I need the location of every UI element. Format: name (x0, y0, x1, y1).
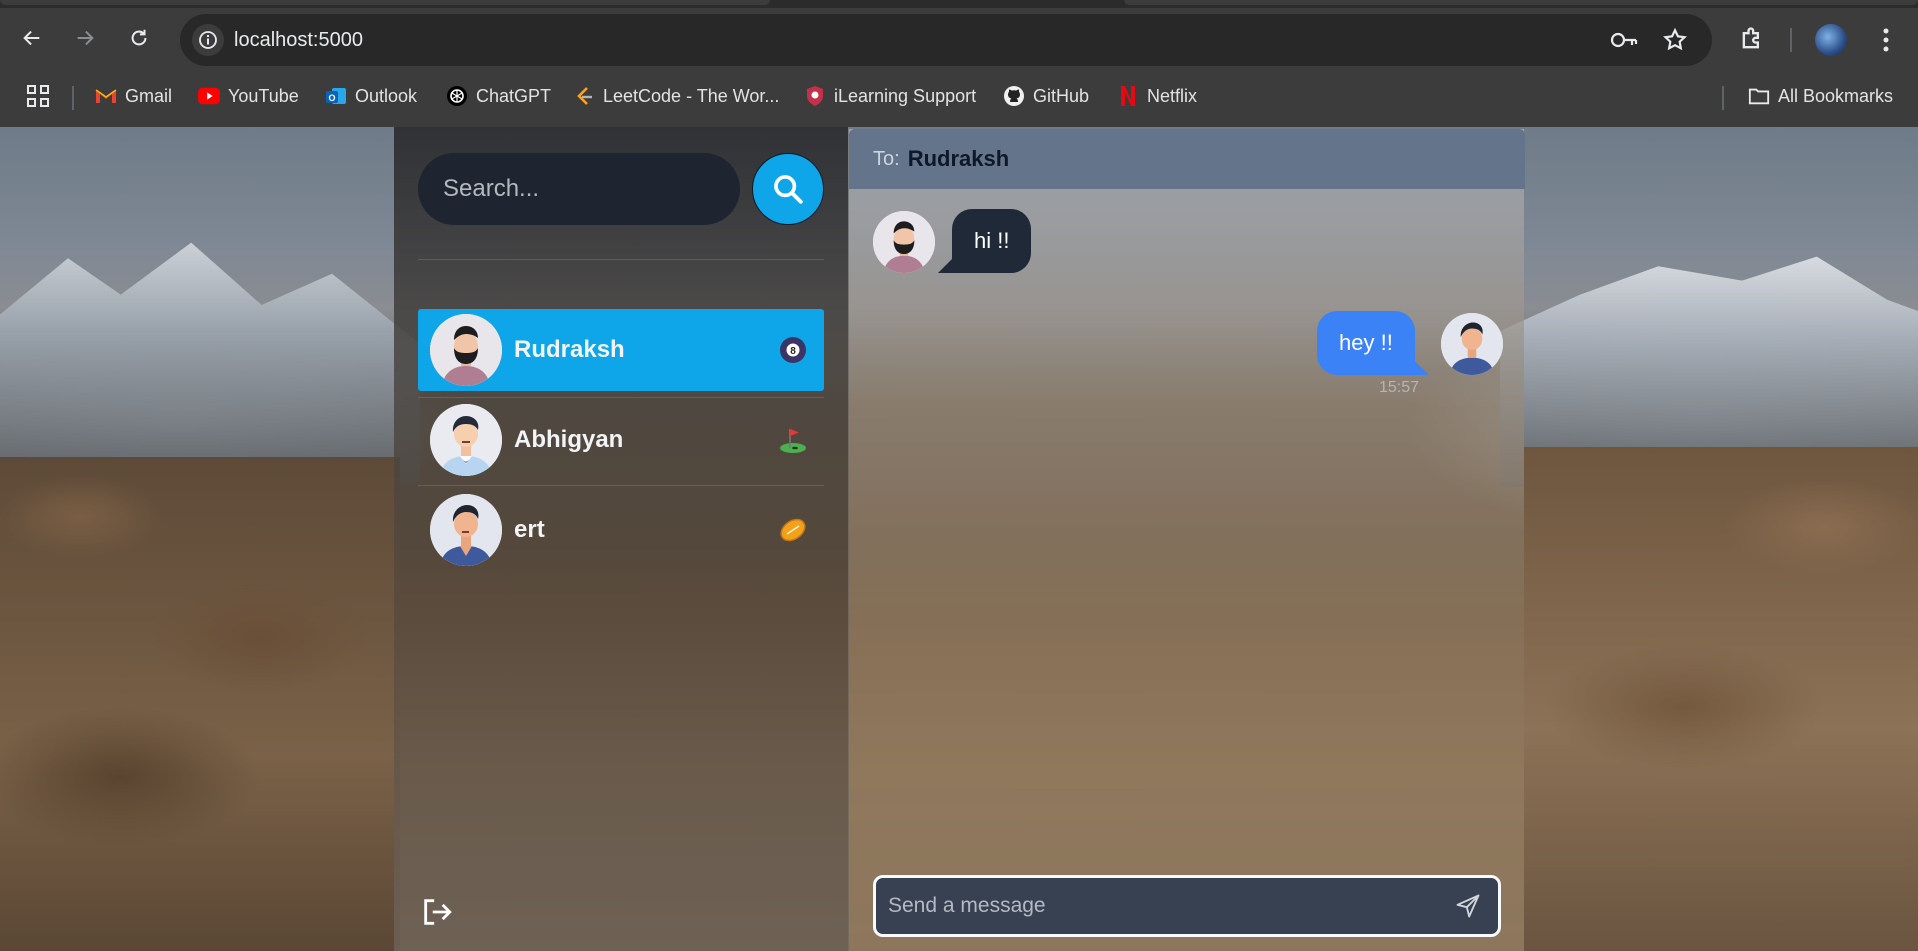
divider (418, 259, 824, 260)
message-composer (873, 875, 1501, 937)
search-input[interactable] (418, 153, 740, 225)
avatar (1441, 313, 1503, 375)
tab[interactable] (0, 0, 770, 5)
profile-avatar[interactable] (1815, 24, 1847, 56)
bookmark-chatgpt[interactable]: ChatGPT (446, 78, 551, 114)
arrow-right-icon (77, 30, 94, 46)
contact-name: ert (514, 516, 545, 543)
bookmark-label: GitHub (1033, 85, 1090, 106)
background-rocks (1524, 447, 1918, 951)
site-info-button[interactable] (192, 24, 224, 56)
address-bar[interactable]: localhost:5000 (180, 14, 1712, 66)
contacts-sidebar: Rudraksh 8 Abhigyan ert (394, 127, 848, 951)
bookmark-label: Gmail (125, 85, 173, 106)
avatar (430, 404, 502, 476)
avatar (430, 314, 502, 386)
info-icon (199, 31, 217, 49)
logout-icon[interactable] (420, 895, 454, 929)
bookmark-outlook[interactable]: O Outlook (325, 78, 417, 114)
bookmark-label: YouTube (228, 85, 299, 106)
all-bookmarks-label: All Bookmarks (1778, 85, 1894, 106)
bookmark-youtube[interactable]: YouTube (198, 78, 299, 114)
contact-name: Rudraksh (514, 336, 625, 363)
bookmarks-divider (1722, 86, 1724, 110)
back-button[interactable] (14, 20, 50, 56)
golf-flag-icon (778, 425, 808, 455)
bookmarks-divider (72, 86, 74, 110)
svg-text:8: 8 (790, 346, 796, 357)
apps-grid-icon[interactable] (26, 84, 50, 108)
avatar (873, 211, 935, 273)
bookmark-label: Outlook (355, 85, 418, 106)
bookmark-github[interactable]: GitHub (1003, 78, 1089, 114)
url-text[interactable]: localhost:5000 (234, 29, 363, 52)
message-timestamp: 15:57 (1379, 379, 1420, 396)
message-bubble-outgoing: hey !! (1317, 311, 1415, 375)
bookmark-label: iLearning Support (834, 85, 977, 106)
to-label: To: (873, 147, 900, 170)
chat-header: To: Rudraksh (849, 129, 1525, 189)
folder-icon (1748, 85, 1770, 107)
youtube-icon (198, 85, 220, 107)
background-rocks (0, 457, 400, 951)
bookmark-label: Netflix (1147, 85, 1198, 106)
contact-name: Abhigyan (514, 426, 624, 453)
chat-panel: To: Rudraksh hi !! hey !! 15:57 (848, 129, 1525, 951)
browser-chrome: localhost:5000 Gmail YouTube O Outlook C… (0, 0, 1918, 127)
kebab-menu-icon[interactable] (1880, 26, 1892, 54)
bookmark-gmail[interactable]: Gmail (95, 78, 172, 114)
gmail-icon (95, 85, 117, 107)
reload-button[interactable] (121, 20, 157, 56)
search-icon (774, 175, 803, 204)
send-icon[interactable] (1454, 892, 1482, 920)
tab[interactable] (1124, 0, 1918, 5)
forward-button[interactable] (67, 20, 103, 56)
recipient-name: Rudraksh (907, 146, 1010, 171)
netflix-icon (1117, 85, 1139, 107)
github-icon (1003, 85, 1025, 107)
all-bookmarks-button[interactable]: All Bookmarks (1748, 78, 1893, 114)
contact-item-ert[interactable]: ert (418, 489, 824, 571)
password-key-icon[interactable] (1610, 28, 1638, 52)
outlook-icon: O (325, 85, 347, 107)
search-button[interactable] (752, 153, 824, 225)
avatar (430, 494, 502, 566)
chatgpt-icon (446, 85, 468, 107)
background-mountain (0, 242, 420, 487)
bookmark-ilearning[interactable]: iLearning Support (804, 78, 976, 114)
contact-item-abhigyan[interactable]: Abhigyan (418, 399, 824, 481)
arrow-left-icon (23, 30, 40, 46)
bookmark-label: LeetCode - The Wor... (603, 85, 780, 106)
bookmarks-bar: Gmail YouTube O Outlook ChatGPT LeetCode… (0, 78, 1918, 114)
bookmark-netflix[interactable]: Netflix (1117, 78, 1197, 114)
bookmark-leetcode[interactable]: LeetCode - The Wor... (573, 78, 779, 114)
bookmark-label: ChatGPT (476, 85, 552, 106)
rugby-ball-icon (778, 515, 808, 545)
8-ball-icon: 8 (778, 335, 808, 365)
ilearning-icon (804, 85, 826, 107)
contact-item-rudraksh[interactable]: Rudraksh 8 (418, 309, 824, 391)
divider (418, 397, 824, 398)
toolbar-divider (1790, 28, 1792, 52)
svg-text:O: O (328, 93, 335, 103)
bookmark-star-icon[interactable] (1662, 27, 1688, 53)
tab-strip (0, 0, 1918, 8)
message-input[interactable] (888, 878, 1428, 934)
page-background: Rudraksh 8 Abhigyan ert (0, 127, 1918, 951)
divider (418, 485, 824, 486)
message-bubble-incoming: hi !! (952, 209, 1032, 273)
reload-icon (131, 29, 147, 46)
extensions-icon[interactable] (1738, 25, 1766, 53)
leetcode-icon (573, 85, 595, 107)
